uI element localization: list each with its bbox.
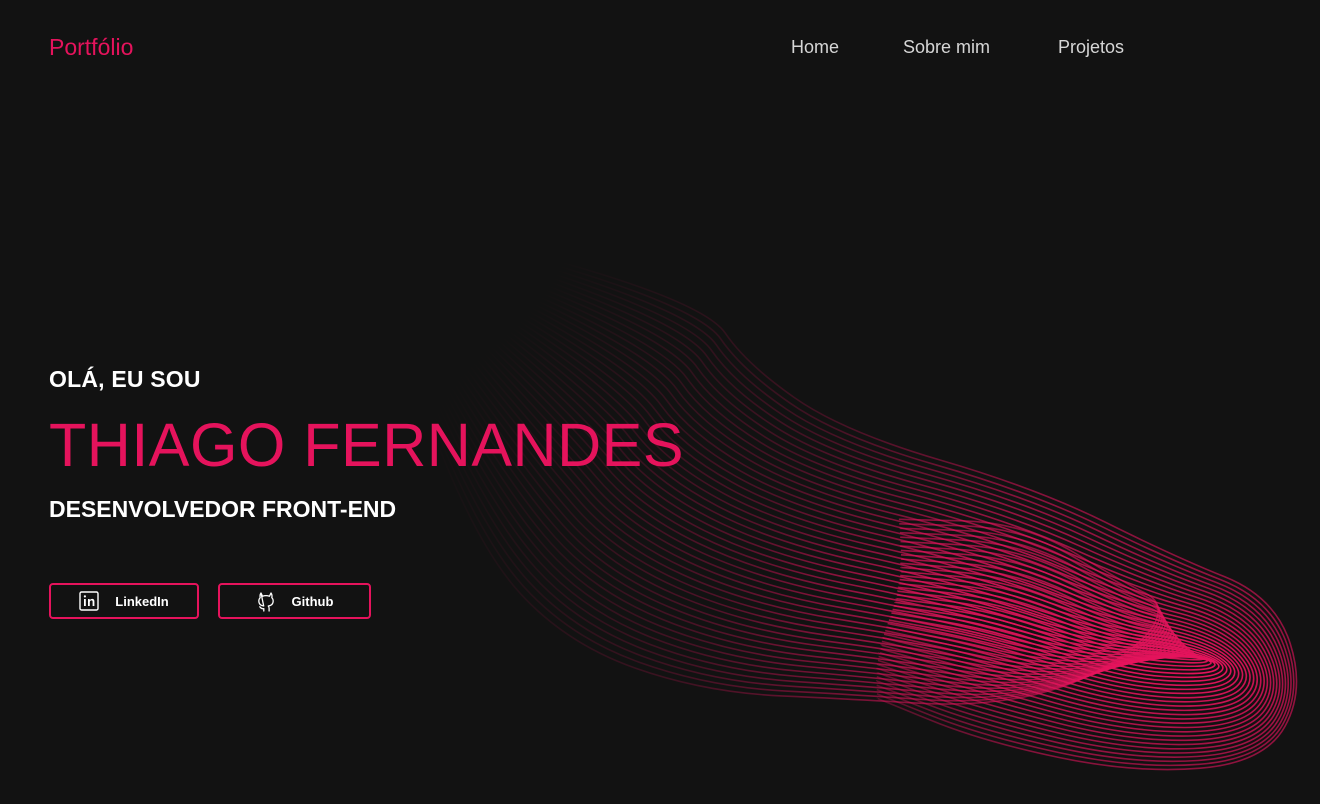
- wave-line: [539, 296, 1272, 733]
- wave-line: [511, 326, 1240, 695]
- github-button[interactable]: Github: [218, 583, 371, 619]
- wave-line: [553, 273, 1290, 758]
- wave-line: [536, 299, 1269, 729]
- wave-line: [521, 317, 1251, 707]
- linkedin-button[interactable]: LinkedIn: [49, 583, 199, 619]
- wave-line: [544, 288, 1278, 742]
- linkedin-icon: [79, 591, 99, 611]
- site-header: Portfólio Home Sobre mim Projetos: [0, 0, 1320, 94]
- wave-line: [482, 351, 1209, 664]
- wave-line: [504, 333, 1232, 687]
- main-nav: Home Sobre mim Projetos: [791, 36, 1148, 58]
- page: Portfólio Home Sobre mim Projetos OLÁ, E…: [0, 0, 1320, 804]
- wave-line: [533, 303, 1265, 725]
- wave-line: [500, 336, 1228, 683]
- wave-line: [478, 354, 1205, 661]
- wave-line: [524, 313, 1255, 712]
- github-icon: [256, 590, 276, 612]
- wave-line: [557, 265, 1295, 767]
- wave-line: [486, 348, 1212, 668]
- hero-name: THIAGO FERNANDES: [49, 411, 685, 479]
- wave-line: [497, 339, 1224, 679]
- wave-line: [493, 342, 1220, 675]
- wave-line: [530, 306, 1262, 720]
- hero-greeting: OLÁ, EU SOU: [49, 366, 201, 392]
- wave-line: [489, 345, 1216, 671]
- wave-line: [551, 277, 1287, 754]
- nav-home[interactable]: Home: [791, 36, 903, 58]
- logo-link[interactable]: Portfólio: [49, 34, 133, 60]
- hero-role: DESENVOLVEDOR FRONT-END: [49, 496, 397, 522]
- hero-section: OLÁ, EU SOU THIAGO FERNANDES DESENVOLVED…: [49, 365, 684, 619]
- wave-line: [518, 320, 1248, 703]
- wave-line: [475, 357, 1201, 658]
- wave-line: [541, 292, 1275, 737]
- nav-sobre-mim[interactable]: Sobre mim: [903, 36, 1058, 58]
- wave-line: [528, 310, 1258, 716]
- wave-line: [515, 323, 1244, 699]
- github-button-label: Github: [291, 593, 334, 609]
- wave-graphic: [427, 261, 1298, 771]
- wave-line: [508, 330, 1236, 691]
- wave-line: [546, 284, 1281, 746]
- nav-projetos[interactable]: Projetos: [1058, 36, 1148, 58]
- wave-line: [559, 261, 1298, 771]
- wave-line: [549, 281, 1284, 750]
- wave-line: [555, 269, 1292, 763]
- linkedin-button-label: LinkedIn: [115, 593, 169, 609]
